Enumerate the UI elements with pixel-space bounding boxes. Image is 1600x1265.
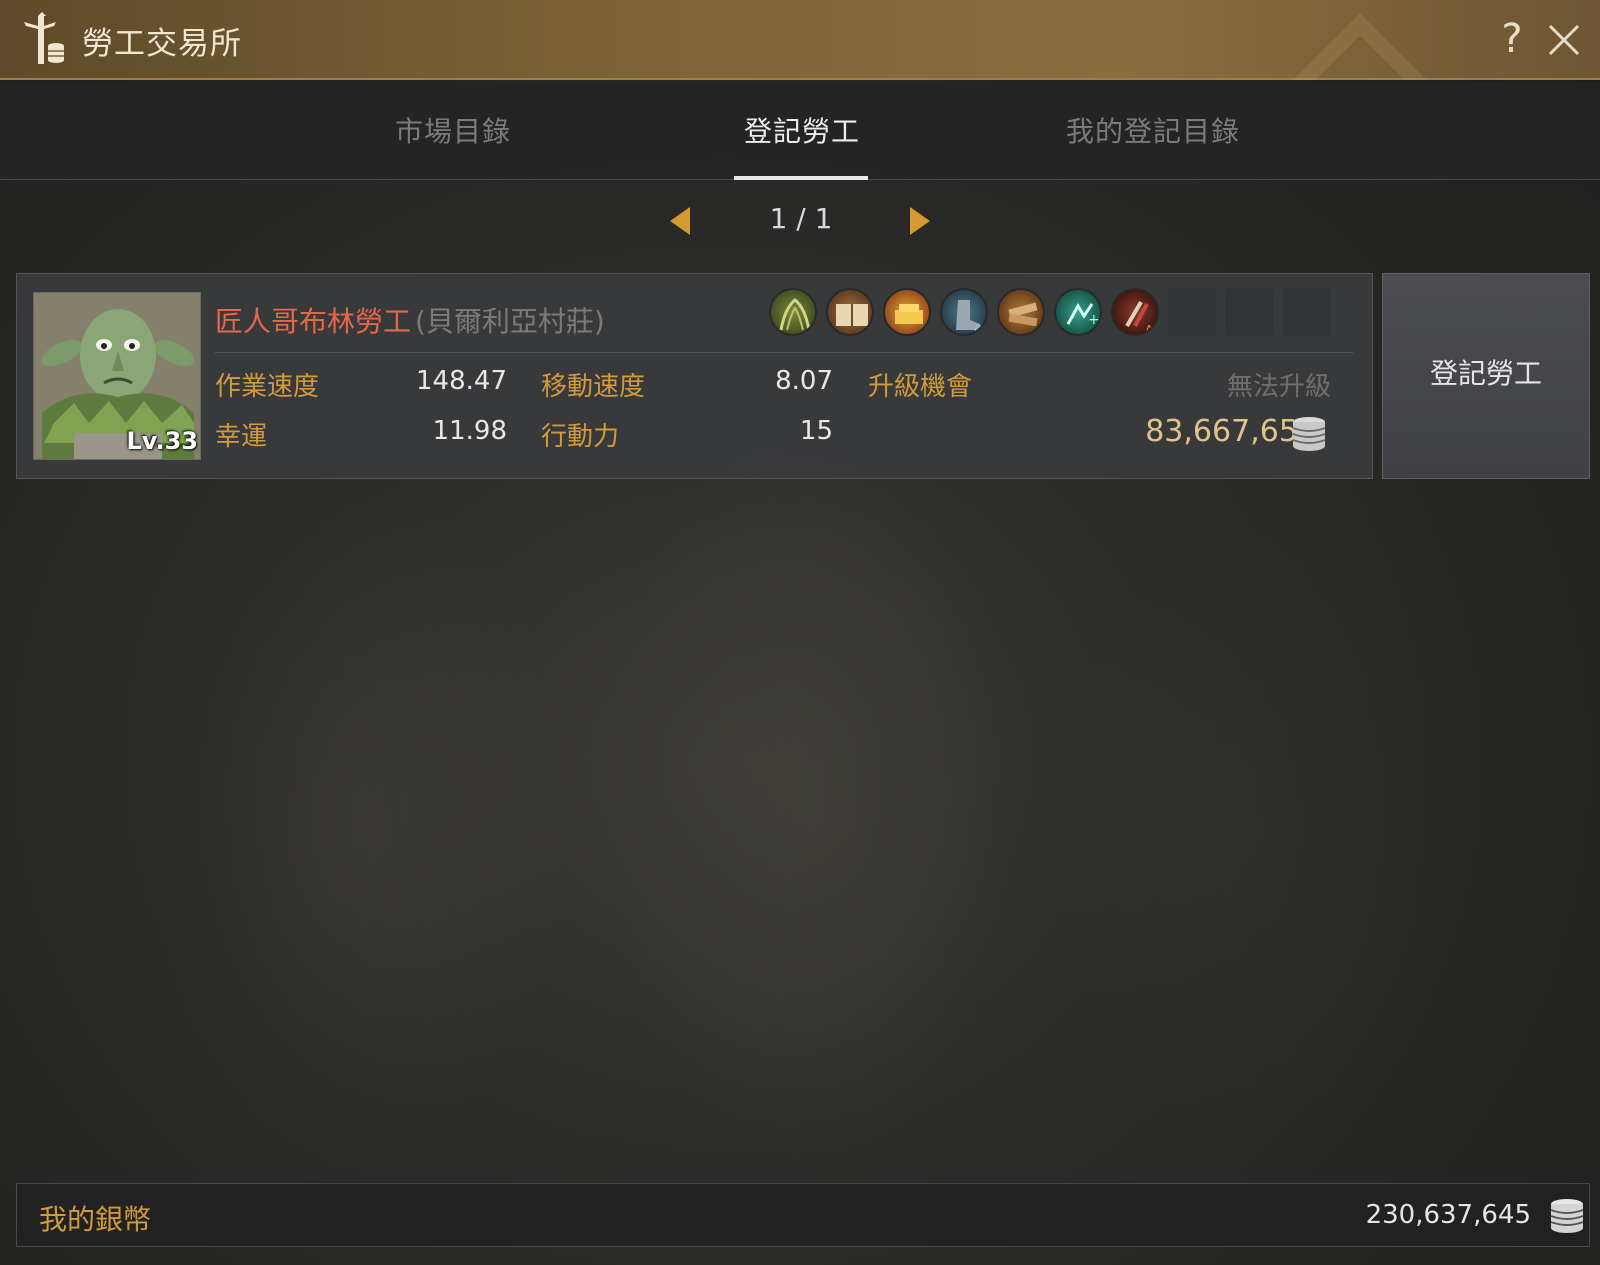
work-speed-value: 148.47 (416, 366, 507, 396)
tab-register-worker[interactable]: 登記勞工 (744, 110, 860, 150)
luck-label: 幸運 (215, 422, 268, 452)
skill-harvest-icon[interactable] (769, 288, 817, 336)
silver-coin-icon (1292, 417, 1326, 451)
skill-book-icon[interactable] (826, 288, 874, 336)
worker-price: 83,667,650 (1145, 414, 1317, 449)
my-silver-value: 230,637,645 (1365, 1200, 1531, 1230)
silver-coin-icon (1550, 1199, 1584, 1233)
background-art (150, 480, 570, 1180)
worker-exchange-window: 勞工交易所 ? 市場目錄 登記勞工 我的登記目錄 1 / 1 Lv.33 匠人哥… (0, 0, 1600, 1265)
title-decoration (1250, 0, 1470, 80)
background-art (600, 420, 1020, 1180)
title-bar[interactable]: 勞工交易所 ? (0, 0, 1600, 80)
tab-bar: 市場目錄 登記勞工 我的登記目錄 (0, 82, 1600, 180)
worker-portrait: Lv.33 (33, 292, 201, 460)
svg-text:+: + (1088, 312, 1100, 328)
next-page-icon[interactable] (908, 205, 932, 237)
my-silver-label: 我的銀幣 (39, 1203, 152, 1236)
worker-town: (貝爾利亞村莊) (415, 305, 605, 338)
silver-balance-bar: 我的銀幣 230,637,645 (16, 1183, 1590, 1247)
move-speed-value: 8.07 (775, 366, 833, 396)
stamina-value: 15 (799, 416, 833, 446)
background-art (1050, 520, 1430, 1140)
active-tab-indicator (734, 176, 868, 180)
help-button[interactable]: ? (1494, 14, 1530, 64)
worker-exchange-icon (24, 12, 64, 64)
stamina-label: 行動力 (541, 422, 620, 452)
upgrade-chance-value: 無法升級 (1226, 372, 1331, 402)
divider (215, 352, 1353, 353)
tab-my-registrations[interactable]: 我的登記目錄 (1066, 110, 1240, 150)
worker-name: 匠人哥布林勞工 (215, 305, 412, 338)
luck-value: 11.98 (432, 416, 507, 446)
worker-card[interactable]: Lv.33 匠人哥布林勞工 (貝爾利亞村莊) C + A 作業速度 148.47… (16, 273, 1373, 479)
register-worker-button[interactable]: 登記勞工 (1382, 273, 1590, 479)
skill-lumber-icon[interactable] (997, 288, 1045, 336)
worker-level: Lv.33 (126, 427, 199, 455)
skill-tool-a-icon[interactable]: A (1111, 288, 1159, 336)
work-speed-label: 作業速度 (215, 372, 320, 402)
window-title: 勞工交易所 (82, 26, 242, 62)
close-icon[interactable] (1542, 16, 1586, 64)
page-indicator: 1 / 1 (769, 202, 833, 235)
skill-gold-icon[interactable] (883, 288, 931, 336)
upgrade-chance-label: 升級機會 (868, 372, 973, 402)
svg-text:A: A (1145, 323, 1154, 336)
empty-skill-slot (1225, 288, 1273, 336)
empty-skill-slot (1168, 288, 1216, 336)
svg-text:C: C (974, 323, 982, 336)
skill-boot-c-icon[interactable]: C (940, 288, 988, 336)
move-speed-label: 移動速度 (541, 372, 646, 402)
tab-market-list[interactable]: 市場目錄 (395, 110, 511, 150)
skill-speed-icon[interactable]: + (1054, 288, 1102, 336)
empty-skill-slot (1282, 288, 1330, 336)
prev-page-icon[interactable] (668, 205, 692, 237)
